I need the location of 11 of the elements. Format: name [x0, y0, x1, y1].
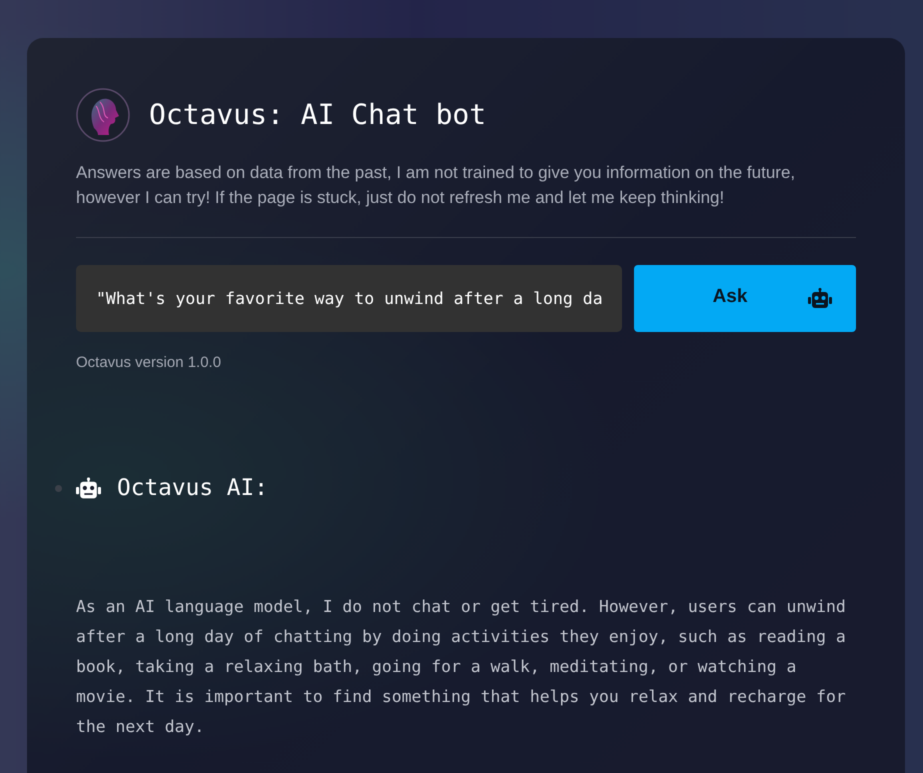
version-text: Octavus version 1.0.0	[76, 353, 222, 373]
bullet-dot-icon	[55, 485, 62, 492]
app-title: Octavus: AI Chat bot	[149, 97, 486, 133]
question-input[interactable]: "What's your favorite way to unwind after a long da	[76, 265, 622, 332]
ask-button[interactable]: Ask	[634, 265, 856, 332]
answer-text: As an AI language model, I do not chat or get tired. However, users can unwind after a long day of chatting by doing activities they enjoy, such as reading a book, taking a relaxing bath, going for a walk, meditating, or watching a movie. It is important to find something that helps you relax and recharge for the next day.	[76, 596, 847, 738]
sender-name: Octavus AI:	[117, 474, 268, 503]
description-text: Answers are based on data from the past, I am not trained to give you information on the future, however I can try! If the page is stuck, just do not refresh me and let me keep thinking!	[76, 162, 796, 209]
robot-icon	[76, 477, 101, 499]
head-logo-icon	[76, 88, 130, 142]
robot-icon	[808, 288, 832, 308]
